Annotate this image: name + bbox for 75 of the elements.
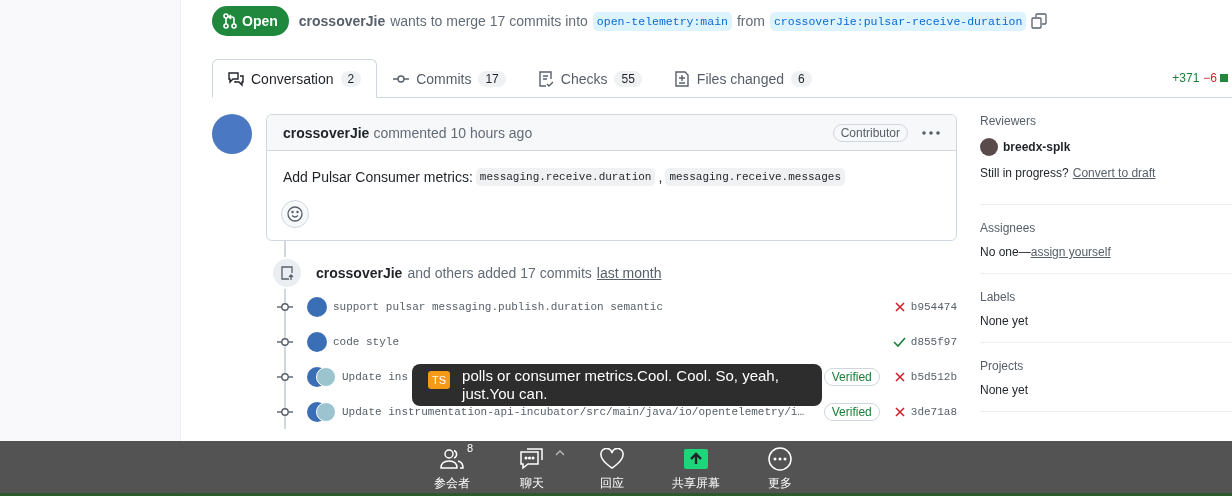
avatar	[307, 331, 327, 352]
author-link[interactable]: crossoverJie	[316, 265, 403, 281]
author-link[interactable]: crossoverJie	[283, 124, 370, 141]
count-badge: 17	[478, 70, 506, 87]
commit-sha[interactable]: b954474	[910, 300, 957, 313]
branch-label[interactable]: open-telemetry:main	[592, 11, 732, 31]
caption-text: polls or consumer metrics.Cool. Cool. So, yeah, just.You can.	[462, 367, 780, 403]
event-text: and others added 17 commits	[407, 265, 592, 281]
checklist-icon	[537, 70, 554, 87]
avatar	[307, 296, 327, 317]
assign-link[interactable]: assign yourself	[1030, 245, 1111, 259]
tab[interactable]: Commits 17	[377, 59, 522, 98]
commit-sha[interactable]: 3de71a8	[910, 405, 957, 418]
toolbar-button[interactable]: 聊天	[512, 441, 552, 493]
commit-message[interactable]: code style	[333, 335, 399, 348]
tab[interactable]: Checks 55	[521, 59, 658, 98]
commit-icon	[277, 336, 293, 347]
smiley-icon	[287, 206, 303, 222]
people-icon	[439, 448, 465, 470]
branch-label[interactable]: crossoverJie:pulsar-receive-duration	[769, 11, 1027, 31]
copy-icon[interactable]	[1031, 13, 1048, 29]
share-screen-icon	[684, 449, 708, 469]
caret-icon[interactable]	[555, 450, 565, 456]
section-title: Assignees	[980, 221, 1037, 235]
comment-time: commented 10 hours ago	[373, 124, 533, 141]
section-title: Reviewers	[980, 114, 1037, 128]
deletions-count: −6	[1203, 71, 1217, 85]
chat-icon	[519, 448, 545, 470]
avatar	[980, 138, 998, 156]
draft-prompt: Still in progress?	[980, 166, 1069, 180]
more-options-icon[interactable]	[922, 130, 940, 135]
commit-icon	[277, 406, 293, 417]
count-badge: 55	[614, 70, 642, 87]
commit-sha[interactable]: b5d512b	[910, 370, 957, 383]
toolbar-button[interactable]: 回应	[592, 441, 632, 493]
toolbar-button[interactable]: 更多	[760, 441, 800, 493]
pull-request-icon	[223, 13, 237, 29]
section-title: Labels	[980, 290, 1017, 304]
section-title: Projects	[980, 359, 1025, 373]
convert-to-draft-link[interactable]: Convert to draft	[1072, 166, 1156, 180]
commit-message[interactable]: Update ins	[342, 370, 408, 383]
commit-message[interactable]: support pulsar messaging.publish.duration semantic	[333, 300, 664, 313]
section-value: No one—	[980, 245, 1031, 259]
toolbar-button[interactable]: 共享屏幕	[672, 441, 720, 493]
count-badge: 2	[340, 70, 362, 87]
add-reaction-button[interactable]	[281, 200, 309, 228]
code-span: messaging.receive.duration	[475, 168, 656, 186]
speech-bubbles-icon	[228, 70, 244, 87]
open-status-badge: Open	[212, 6, 289, 36]
code-span: messaging.receive.messages	[665, 168, 845, 186]
avatar	[212, 114, 252, 154]
heart-icon	[599, 448, 625, 470]
section-value: None yet	[980, 383, 1029, 397]
diff-square-icon	[1220, 74, 1228, 82]
toolbar-button[interactable]: 8 参会者	[432, 441, 472, 493]
author-link[interactable]: crossoverJie	[298, 13, 386, 29]
tab[interactable]: Conversation 2	[212, 59, 378, 98]
count-badge: 6	[791, 70, 812, 87]
reviewer-name[interactable]: breedx-splk	[1003, 140, 1071, 154]
commit-icon	[277, 371, 293, 382]
merge-summary: wants to merge 17 commits into	[390, 13, 588, 29]
commit-icon	[277, 301, 293, 312]
tab[interactable]: Files changed 6	[657, 59, 828, 98]
time-link[interactable]: last month	[596, 265, 662, 281]
from-text: from	[736, 13, 765, 29]
speaker-badge: TS	[428, 371, 451, 389]
more-icon	[768, 447, 792, 471]
additions-count: +371	[1172, 71, 1200, 85]
commit-sha[interactable]: d855f97	[910, 335, 957, 348]
comma-text: ,	[658, 169, 663, 185]
participant-count: 8	[467, 442, 474, 454]
commit-message[interactable]: Update instrumentation-api-incubator/src/main/java/io/opentelemetry/i…	[342, 405, 805, 418]
file-diff-icon	[673, 70, 690, 87]
comment-text: Add Pulsar Consumer metrics:	[283, 169, 473, 185]
section-value: None yet	[980, 314, 1029, 328]
